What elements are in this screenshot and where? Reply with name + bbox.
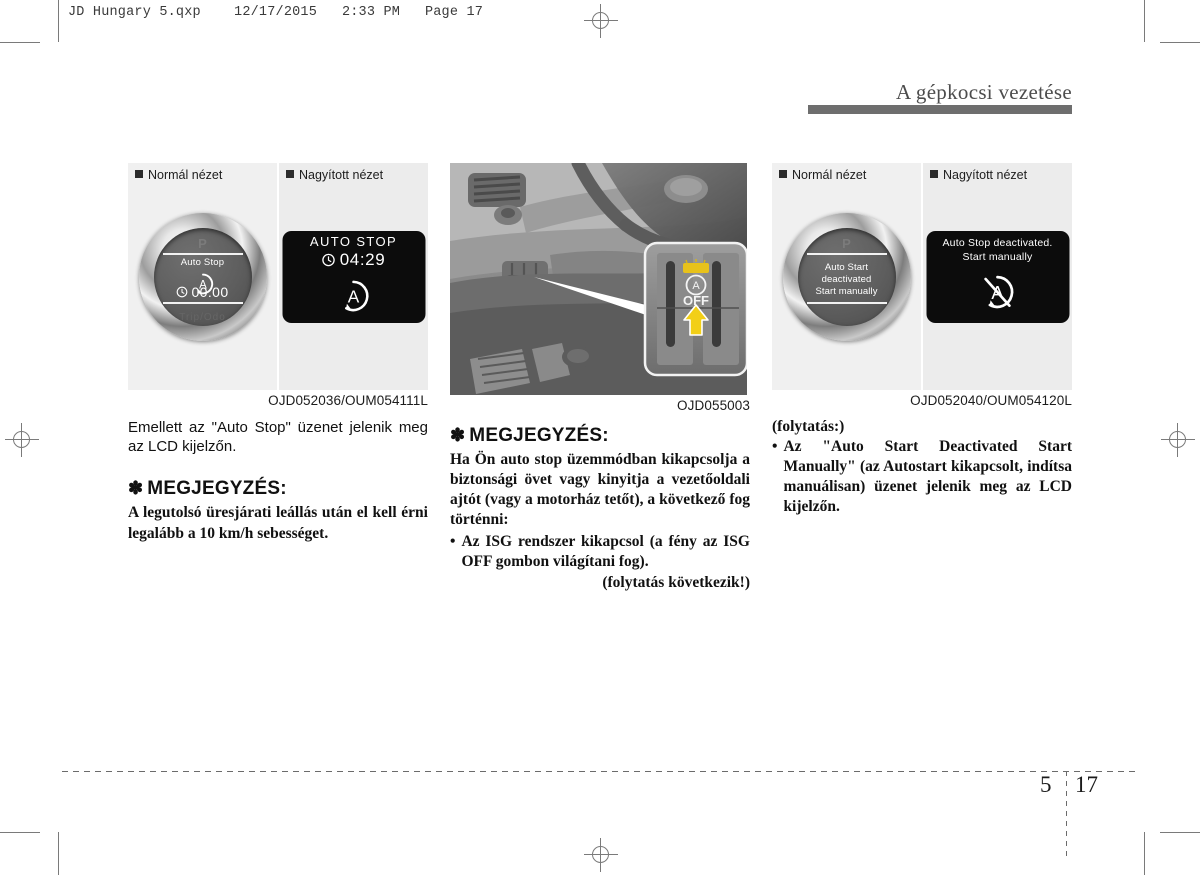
auto-stop-timer-1: 00:00 <box>154 284 252 300</box>
list-item: • Az ISG rendszer kikapcsol (a fény az I… <box>450 532 750 572</box>
crop-mark-bottom-left-vertical <box>58 832 59 875</box>
instrument-gauge-3: P Auto Start deactivated Start manually <box>782 212 911 341</box>
list-item: • Az "Auto Start Deactivated Start Manua… <box>772 437 1072 518</box>
asterisk-icon: ✽ <box>450 425 466 445</box>
dashboard-photo: A OFF <box>450 163 747 395</box>
auto-stop-disabled-icon: A <box>979 273 1017 316</box>
manual-page: JD Hungary 5.qxp 12/17/2015 2:33 PM Page… <box>0 0 1200 875</box>
lcd-display-1: AUTO STOP 04:29 A <box>282 230 425 323</box>
square-bullet-icon <box>135 170 143 178</box>
gauge-divider-top-3 <box>806 252 887 255</box>
header-rule <box>808 105 1072 114</box>
clock-icon <box>177 286 188 297</box>
col1-note-body: A legutolsó üresjárati leállás után el k… <box>128 504 428 542</box>
gauge-title-1: Auto Stop <box>180 256 225 268</box>
page-title: A gépkocsi vezetése <box>896 80 1072 104</box>
normal-view-label-1: Normál nézet <box>135 168 222 182</box>
figure-caption-2: OJD055003 <box>677 398 750 413</box>
col2-bullet-list: • Az ISG rendszer kikapcsol (a fény az I… <box>450 532 750 572</box>
normal-view-panel-1: Normál nézet P Auto Stop A 00:00 Trip/Od… <box>128 163 277 390</box>
gauge-face-1: P Auto Stop A 00:00 Trip/Odo <box>153 227 252 326</box>
cluster-figure-3: Normál nézet P Auto Start deactivated St… <box>772 163 1072 390</box>
file-header: JD Hungary 5.qxp 12/17/2015 2:33 PM Page… <box>68 5 484 20</box>
footer-dashed-rule <box>62 771 1140 772</box>
magnified-view-panel-3: Nagyított nézet Auto Stop deactivated. S… <box>923 163 1072 390</box>
figure-3: Normál nézet P Auto Start deactivated St… <box>772 163 1072 408</box>
col2-note-heading: ✽ MEGJEGYZÉS: <box>450 425 609 446</box>
col2-continued-note: (folytatás következik!) <box>602 573 750 591</box>
col1-note-heading: ✽ MEGJEGYZÉS: <box>128 478 287 500</box>
gauge-divider-bottom-1 <box>162 301 243 304</box>
crop-mark-bottom-right-horizontal <box>1160 832 1200 833</box>
square-bullet-icon <box>779 170 787 178</box>
column-1: Normál nézet P Auto Stop A 00:00 Trip/Od… <box>128 163 428 544</box>
figure-2: A OFF OJD055003 <box>450 163 750 413</box>
bullet-icon: • <box>772 438 778 455</box>
lcd-timer-value-1: 04:29 <box>339 250 386 269</box>
svg-text:A: A <box>692 280 700 292</box>
gauge-message-3: Auto Start deactivated Start manually <box>815 261 878 298</box>
column-2: A OFF OJD055003 ✽ MEGJEGYZÉS: Ha Ön auto … <box>450 163 750 592</box>
section-number: 5 <box>1040 772 1052 797</box>
svg-text:A: A <box>348 287 360 307</box>
crop-mark-top-right-vertical <box>1144 0 1145 42</box>
auto-stop-a-icon: A <box>336 278 372 319</box>
lcd-message-3: Auto Stop deactivated. Start manually <box>942 237 1053 263</box>
timer-value-1: 00:00 <box>191 283 229 300</box>
crop-mark-bottom-left-horizontal <box>0 832 40 833</box>
crop-mark-top-right-horizontal <box>1160 42 1200 43</box>
registration-mark-right <box>1161 423 1195 457</box>
gauge-ghost-text-1: Trip/Odo <box>179 311 226 323</box>
registration-mark-bottom <box>584 838 618 872</box>
col2-note-body: Ha Ön auto stop üzemmódban kikapcsolja a… <box>450 451 750 529</box>
figure-1: Normál nézet P Auto Stop A 00:00 Trip/Od… <box>128 163 428 408</box>
magnified-view-panel-1: Nagyított nézet AUTO STOP 04:29 A <box>279 163 428 390</box>
gear-indicator-3: P <box>842 235 851 251</box>
gauge-divider-bottom-3 <box>806 301 887 304</box>
col3-continued-lead: (folytatás:) <box>772 418 845 435</box>
bullet-icon: • <box>450 532 456 550</box>
running-head: A gépkocsi vezetése <box>740 80 1072 105</box>
list-item-text: Az ISG rendszer kikapcsol (a fény az ISG… <box>461 532 750 570</box>
normal-view-panel-3: Normál nézet P Auto Start deactivated St… <box>772 163 921 390</box>
figure-caption-3: OJD052040/OUM054120L <box>910 393 1072 408</box>
column-3: Normál nézet P Auto Start deactivated St… <box>772 163 1072 518</box>
crop-mark-bottom-right-vertical <box>1144 832 1145 875</box>
col1-intro-text: Emellett az "Auto Stop" üzenet jelenik m… <box>128 419 428 456</box>
col3-bullet-list: • Az "Auto Start Deactivated Start Manua… <box>772 437 1072 518</box>
gauge-divider-top-1 <box>162 252 243 255</box>
gauge-face-3: P Auto Start deactivated Start manually <box>797 227 896 326</box>
list-item-text: Az "Auto Start Deactivated Start Manuall… <box>783 438 1072 516</box>
gear-indicator-1: P <box>198 235 207 251</box>
magnified-view-label-1: Nagyított nézet <box>286 168 383 182</box>
magnified-view-label-3: Nagyított nézet <box>930 168 1027 182</box>
registration-mark-top <box>584 4 618 38</box>
figure-caption-1: OJD052036/OUM054111L <box>268 393 428 408</box>
asterisk-icon: ✽ <box>128 478 144 499</box>
normal-view-label-3: Normál nézet <box>779 168 866 182</box>
cluster-figure-1: Normál nézet P Auto Stop A 00:00 Trip/Od… <box>128 163 428 390</box>
instrument-gauge-1: P Auto Stop A 00:00 Trip/Odo <box>138 212 267 341</box>
lcd-display-3: Auto Stop deactivated. Start manually A <box>926 230 1069 323</box>
clock-icon <box>322 253 335 267</box>
footer-dashed-divider <box>1066 771 1067 859</box>
registration-mark-left <box>5 423 39 457</box>
crop-mark-top-left-horizontal <box>0 42 40 43</box>
lcd-line1-1: AUTO STOP <box>309 234 398 249</box>
crop-mark-top-left-vertical <box>58 0 59 42</box>
square-bullet-icon <box>286 170 294 178</box>
page-number: 17 <box>1075 772 1098 797</box>
square-bullet-icon <box>930 170 938 178</box>
lcd-line2-1: 04:29 <box>322 250 386 270</box>
